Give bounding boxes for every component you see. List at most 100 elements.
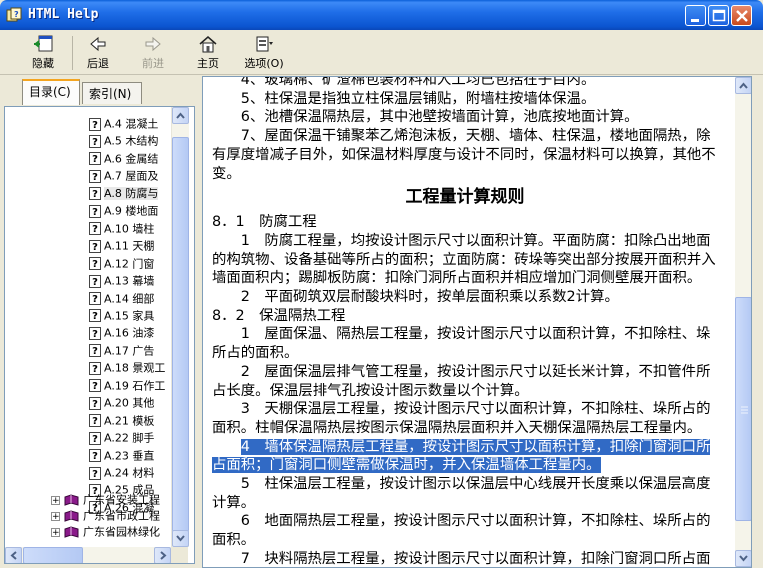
section-title: 8．1 防腐工程 — [212, 214, 317, 231]
tree-item-code: A.22 — [104, 431, 129, 445]
selected-text[interactable]: 4 墙体保温隔热层工程量，按设计图示尺寸以面积计算，扣除门窗洞口所占面积；门窗洞… — [212, 438, 711, 474]
tree-horizontal-scrollbar[interactable] — [5, 547, 171, 563]
tree-scroll-left-button[interactable] — [5, 547, 22, 563]
help-topic-icon: ? — [89, 222, 101, 236]
tree-hscroll-thumb[interactable] — [23, 547, 83, 563]
help-topic-icon: ? — [89, 274, 101, 288]
options-icon — [256, 36, 273, 52]
tree-item-topic[interactable]: ? A.15 家具 — [89, 307, 154, 324]
forward-label: 前进 — [142, 57, 164, 70]
nav-tabs: 目录(C) 索引(N) — [0, 76, 200, 106]
tree-item-book[interactable]: + 广东省市政工程 — [51, 507, 160, 524]
tree-item-book[interactable]: + 广东省安装工程 — [51, 491, 160, 508]
tree-item-topic[interactable]: ? A.7 屋面及 — [89, 167, 158, 184]
tree-item-code: A.11 — [104, 239, 129, 253]
tree-item-code: A.5 — [104, 134, 122, 148]
tree-item-topic[interactable]: ? A.20 其他 — [89, 394, 154, 411]
home-button[interactable]: 主页 — [185, 32, 231, 72]
hide-button[interactable]: 隐藏 — [20, 32, 66, 72]
hide-pane-icon — [34, 35, 53, 52]
tree-item-text: 油漆 — [132, 326, 155, 340]
tree-item-topic[interactable]: ? A.18 景观工 — [89, 359, 165, 376]
tree-item-topic[interactable]: ? A.6 金属结 — [89, 150, 158, 167]
book-icon — [64, 510, 79, 522]
expand-plus-icon[interactable]: + — [51, 495, 60, 505]
tree-item-text: 金属结 — [125, 152, 159, 166]
tree-item-topic[interactable]: ? A.24 材料 — [89, 464, 154, 481]
tree-scroll-down-button[interactable] — [172, 530, 189, 547]
tree-item-code: A.4 — [104, 117, 122, 131]
tree-item-topic[interactable]: ? A.13 幕墙 — [89, 272, 154, 289]
tree-item-topic[interactable]: ? A.8 防腐与 — [89, 185, 159, 202]
tree-item-text: 模板 — [132, 414, 155, 428]
tree-item-topic[interactable]: ? A.17 广告 — [89, 342, 154, 359]
title-bar[interactable]: ? HTML Help — [0, 0, 763, 30]
content-vertical-scrollbar[interactable] — [735, 77, 751, 567]
toolbar: 隐藏 后退 前进 主页 选项(O) — [0, 30, 763, 75]
tree-item-topic[interactable]: ? A.10 墙柱 — [89, 220, 154, 237]
paragraph-selected[interactable]: 4 墙体保温隔热层工程量，按设计图示尺寸以面积计算，扣除门窗洞口所占面积；门窗洞… — [212, 438, 718, 475]
tree-item-text: 材料 — [132, 466, 155, 480]
help-topic-icon: ? — [89, 414, 101, 428]
tree-item-label: A.23 垂直 — [104, 449, 154, 462]
help-topic-icon: ? — [89, 152, 101, 166]
help-topic-icon: ? — [89, 187, 101, 201]
tree-item-label: A.12 门窗 — [104, 257, 154, 270]
tree-item-topic[interactable]: ? A.9 楼地面 — [89, 202, 158, 219]
tree-scroll-right-button[interactable] — [154, 547, 171, 563]
tree-item-book[interactable]: + 广东省园林绿化 — [51, 523, 160, 540]
tree-item-text: 混凝土 — [125, 117, 159, 131]
tree-item-code: A.16 — [104, 326, 129, 340]
paragraph: 3 天棚保温层工程量，按设计图示尺寸以面积计算，不扣除柱、垛所占的面积。柱帽保温… — [212, 401, 711, 436]
tree-item-topic[interactable]: ? A.11 天棚 — [89, 237, 154, 254]
back-button[interactable]: 后退 — [75, 32, 121, 72]
content-scroll-down-button[interactable] — [735, 550, 751, 567]
tab-contents[interactable]: 目录(C) — [22, 79, 80, 105]
tab-index[interactable]: 索引(N) — [82, 82, 142, 104]
tree-item-code: A.9 — [104, 204, 122, 218]
tree-item-code: A.13 — [104, 274, 129, 288]
close-button[interactable] — [731, 5, 752, 26]
topic-content: 4、玻璃棉、矿渣棉包装材料和人工均已包括在子目内。 5、柱保温是指独立柱保温层铺… — [202, 76, 752, 568]
tree-item-topic[interactable]: ? A.23 垂直 — [89, 447, 154, 464]
tree-item-label: A.16 油漆 — [104, 327, 154, 340]
tree-scroll-thumb[interactable] — [172, 137, 189, 532]
tree-item-code: A.15 — [104, 309, 129, 323]
tree-item-label: A.6 金属结 — [104, 152, 158, 165]
tree-item-topic[interactable]: ? A.19 石作工 — [89, 377, 165, 394]
minimize-icon — [691, 19, 699, 22]
content-line: 5、柱保温是指独立柱保温层铺贴，附墙柱按墙体保温。 — [240, 90, 596, 107]
content-scroll-thumb[interactable] — [735, 297, 751, 521]
window-title: HTML Help — [28, 7, 99, 22]
content-scroll-up-button[interactable] — [735, 77, 751, 94]
tree-scroll-up-button[interactable] — [172, 107, 189, 124]
minimize-button[interactable] — [685, 5, 706, 26]
forward-button[interactable]: 前进 — [130, 32, 176, 72]
tree-item-topic[interactable]: ? A.16 油漆 — [89, 324, 154, 341]
options-button[interactable]: 选项(O) — [238, 32, 290, 72]
expand-plus-icon[interactable]: + — [51, 527, 60, 537]
tree-item-label: A.7 屋面及 — [104, 170, 158, 183]
toolbar-separator — [72, 36, 73, 70]
tree-item-label: A.9 楼地面 — [104, 205, 158, 218]
tree-item-text: 门窗 — [132, 257, 155, 271]
contents-tree: ? A.4 混凝土? A.5 木结构? A.6 金属结? A.7 屋面及? A.8 防腐与… — [4, 106, 195, 564]
maximize-button[interactable] — [708, 5, 729, 26]
chevron-down-icon — [739, 555, 748, 562]
help-topic-icon: ? — [89, 449, 101, 463]
tree-item-topic[interactable]: ? A.4 混凝土 — [89, 115, 158, 132]
help-topic-icon: ? — [89, 169, 101, 183]
tree-item-text: 石作工 — [132, 379, 166, 393]
tree-item-topic[interactable]: ? A.12 门窗 — [89, 255, 154, 272]
tree-item-text: 幕墙 — [132, 274, 155, 288]
tree-vertical-scrollbar[interactable] — [171, 107, 189, 547]
tree-item-code: A.20 — [104, 396, 129, 410]
tree-item-topic[interactable]: ? A.5 木结构 — [89, 132, 158, 149]
tree-item-code: A.18 — [104, 361, 129, 375]
tree-item-label: A.4 混凝土 — [104, 118, 158, 131]
tree-item-topic[interactable]: ? A.14 细部 — [89, 290, 154, 307]
tree-item-topic[interactable]: ? A.22 脚手 — [89, 429, 154, 446]
expand-plus-icon[interactable]: + — [51, 511, 60, 521]
tree-item-code: A.21 — [104, 414, 129, 428]
tree-item-topic[interactable]: ? A.21 模板 — [89, 412, 154, 429]
